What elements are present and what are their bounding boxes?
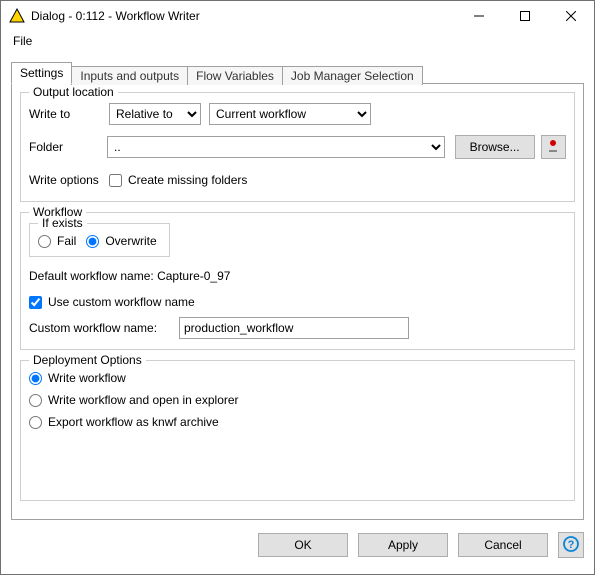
label-write-open: Write workflow and open in explorer	[48, 393, 239, 407]
folder-input[interactable]: ..	[107, 136, 445, 158]
tabstrip: Settings Inputs and outputs Flow Variabl…	[11, 61, 584, 83]
dialog-footer: OK Apply Cancel ?	[1, 524, 594, 574]
label-write-to: Write to	[29, 107, 109, 121]
window-controls	[456, 1, 594, 31]
apply-button[interactable]: Apply	[358, 533, 448, 557]
flow-variable-icon	[546, 139, 560, 156]
value-default-name: Capture-0_97	[157, 269, 230, 283]
tab-settings[interactable]: Settings	[11, 62, 72, 84]
radio-export-knwf[interactable]	[29, 416, 42, 429]
tab-job-manager[interactable]: Job Manager Selection	[282, 66, 423, 85]
radio-export-wrap[interactable]: Export workflow as knwf archive	[29, 415, 566, 429]
row-default-name: Default workflow name: Capture-0_97	[29, 269, 566, 283]
radio-fail-wrap[interactable]: Fail	[38, 234, 76, 248]
label-default-name: Default workflow name:	[29, 269, 157, 283]
group-deployment: Deployment Options Write workflow Write …	[20, 360, 575, 501]
row-custom-name: Custom workflow name:	[29, 317, 566, 339]
label-folder: Folder	[29, 140, 107, 154]
radio-write-open[interactable]	[29, 394, 42, 407]
group-if-exists: If exists Fail Overwrite	[29, 223, 170, 257]
row-folder: Folder .. Browse...	[29, 135, 566, 159]
checkbox-use-custom[interactable]	[29, 296, 42, 309]
radio-write-wrap[interactable]: Write workflow	[29, 371, 566, 385]
label-overwrite: Overwrite	[105, 234, 156, 248]
client-area: Settings Inputs and outputs Flow Variabl…	[1, 51, 594, 524]
radio-open-wrap[interactable]: Write workflow and open in explorer	[29, 393, 566, 407]
checkbox-use-custom-wrap[interactable]: Use custom workflow name	[29, 295, 566, 309]
menu-file[interactable]: File	[7, 32, 38, 50]
group-output-location: Output location Write to Relative to Cur…	[20, 92, 575, 202]
group-title-if-exists: If exists	[38, 216, 87, 230]
app-triangle-icon	[9, 8, 25, 24]
checkbox-create-missing[interactable]	[109, 174, 122, 187]
help-icon: ?	[563, 536, 579, 555]
row-write-options: Write options Create missing folders	[29, 169, 566, 191]
combo-write-mode[interactable]: Relative to	[109, 103, 201, 125]
label-fail: Fail	[57, 234, 76, 248]
cancel-button[interactable]: Cancel	[458, 533, 548, 557]
tab-panel-settings: Output location Write to Relative to Cur…	[11, 83, 584, 520]
tab-inputs-outputs[interactable]: Inputs and outputs	[71, 66, 188, 85]
combo-write-target[interactable]: Current workflow	[209, 103, 371, 125]
close-button[interactable]	[548, 1, 594, 31]
label-write-options: Write options	[29, 173, 109, 187]
radio-write-workflow[interactable]	[29, 372, 42, 385]
tab-flow-variables[interactable]: Flow Variables	[187, 66, 283, 85]
titlebar: Dialog - 0:112 - Workflow Writer	[1, 1, 594, 31]
ok-button[interactable]: OK	[258, 533, 348, 557]
browse-button[interactable]: Browse...	[455, 135, 535, 159]
radio-overwrite-wrap[interactable]: Overwrite	[86, 234, 156, 248]
label-export-knwf: Export workflow as knwf archive	[48, 415, 219, 429]
window-title: Dialog - 0:112 - Workflow Writer	[31, 9, 456, 23]
input-custom-name[interactable]	[179, 317, 409, 339]
menubar: File	[1, 31, 594, 51]
svg-text:?: ?	[568, 539, 575, 551]
minimize-button[interactable]	[456, 1, 502, 31]
group-workflow: Workflow If exists Fail Overwrite Defaul…	[20, 212, 575, 350]
radio-fail[interactable]	[38, 235, 51, 248]
row-write-to: Write to Relative to Current workflow	[29, 103, 566, 125]
label-write-workflow: Write workflow	[48, 371, 126, 385]
radio-overwrite[interactable]	[86, 235, 99, 248]
maximize-button[interactable]	[502, 1, 548, 31]
group-title-deployment: Deployment Options	[29, 353, 146, 367]
label-create-missing: Create missing folders	[128, 173, 247, 187]
group-title-output: Output location	[29, 85, 118, 99]
help-button[interactable]: ?	[558, 532, 584, 558]
checkbox-create-missing-wrap[interactable]: Create missing folders	[109, 173, 247, 187]
label-custom-name: Custom workflow name:	[29, 321, 179, 335]
flow-variable-button[interactable]	[541, 135, 566, 159]
dialog-window: Dialog - 0:112 - Workflow Writer File Se…	[0, 0, 595, 575]
label-use-custom: Use custom workflow name	[48, 295, 195, 309]
